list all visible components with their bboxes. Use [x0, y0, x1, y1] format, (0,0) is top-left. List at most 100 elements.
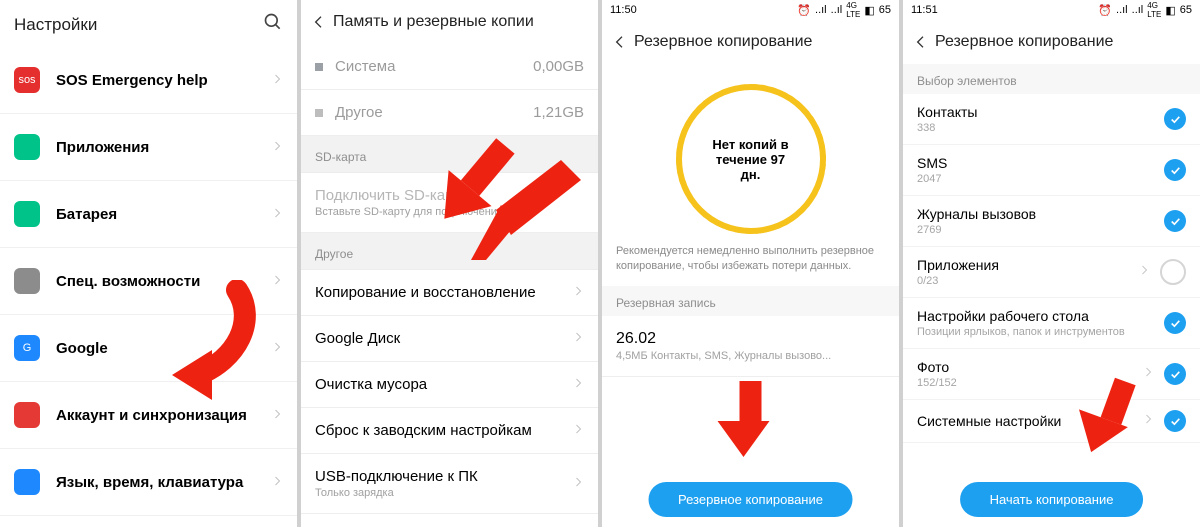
- storage-item[interactable]: Очистка мусора: [301, 362, 598, 408]
- settings-item[interactable]: Батарея: [0, 181, 297, 248]
- app-icon: sos: [14, 67, 40, 93]
- select-item[interactable]: Системные настройки: [903, 400, 1200, 443]
- settings-item[interactable]: Язык, время, клавиатура: [0, 449, 297, 516]
- checkbox-on-icon[interactable]: [1164, 312, 1186, 334]
- chevron-right-icon: [271, 206, 283, 223]
- back-icon[interactable]: [913, 34, 935, 50]
- start-backup-label: Начать копирование: [990, 492, 1114, 507]
- record-date: 26.02: [616, 330, 656, 348]
- select-item[interactable]: Приложения0/23: [903, 247, 1200, 298]
- backup-header: Резервное копирование: [602, 20, 899, 64]
- storage-item-label: Копирование и восстановление: [315, 284, 572, 301]
- select-item[interactable]: Журналы вызовов2769: [903, 196, 1200, 247]
- select-item-title: Системные настройки: [917, 413, 1142, 429]
- settings-item[interactable]: Приложения: [0, 114, 297, 181]
- settings-item[interactable]: sos SOS Emergency help: [0, 47, 297, 114]
- select-item-title: SMS: [917, 155, 1164, 171]
- settings-item-label: SOS Emergency help: [56, 72, 271, 89]
- circle-line1: Нет копий в: [712, 137, 788, 152]
- battery-icon: ◧: [864, 4, 874, 17]
- settings-item-label: Батарея: [56, 206, 271, 223]
- checkbox-on-icon[interactable]: [1164, 363, 1186, 385]
- panel-backup: 11:50 ⏰ ..ıl ..ıl 4GLTE ◧ 65 Резервное к…: [602, 0, 899, 527]
- settings-header: Настройки: [0, 0, 297, 47]
- checkbox-on-icon[interactable]: [1164, 108, 1186, 130]
- backup-button[interactable]: Резервное копирование: [648, 482, 853, 517]
- section-backup-record: Резервная запись: [602, 286, 899, 316]
- storage-value: 0,00GB: [533, 58, 584, 75]
- chevron-right-icon: [1138, 263, 1150, 281]
- chevron-right-icon: [271, 139, 283, 156]
- backup-record-row[interactable]: 26.02 4,5МБ Контакты, SMS, Журналы вызов…: [602, 316, 899, 377]
- select-header: Резервное копирование: [903, 20, 1200, 64]
- select-item-title: Журналы вызовов: [917, 206, 1164, 222]
- back-icon[interactable]: [311, 14, 333, 30]
- battery-level: 65: [879, 4, 891, 16]
- start-backup-button[interactable]: Начать копирование: [960, 482, 1144, 517]
- chevron-right-icon: [271, 474, 283, 491]
- storage-value: 1,21GB: [533, 104, 584, 121]
- app-icon: [14, 268, 40, 294]
- settings-item[interactable]: Спец. возможности: [0, 248, 297, 315]
- storage-item[interactable]: Копирование и восстановление: [301, 270, 598, 316]
- alarm-icon: ⏰: [1098, 4, 1112, 17]
- settings-item-label: Google: [56, 340, 271, 357]
- select-item-title: Настройки рабочего стола: [917, 308, 1164, 324]
- storage-usage-row: Другое1,21GB: [301, 90, 598, 136]
- select-item-sub: 152/152: [917, 377, 1142, 389]
- circle-line3: дн.: [741, 167, 761, 182]
- backup-hint: Рекомендуется немедленно выполнить резер…: [602, 244, 899, 286]
- select-item-title: Приложения: [917, 257, 1138, 273]
- checkbox-on-icon[interactable]: [1164, 210, 1186, 232]
- backup-title: Резервное копирование: [634, 33, 812, 51]
- chevron-right-icon: [572, 330, 584, 347]
- storage-title: Память и резервные копии: [333, 13, 534, 31]
- settings-item[interactable]: Память и резервные копии: [0, 516, 297, 527]
- circle-line2: течение 97: [716, 152, 785, 167]
- network-icon: 4GLTE: [1147, 1, 1161, 19]
- settings-item[interactable]: Аккаунт и синхронизация: [0, 382, 297, 449]
- checkbox-on-icon[interactable]: [1164, 159, 1186, 181]
- select-item-title: Фото: [917, 359, 1142, 375]
- sd-sub: Вставьте SD-карту для подключения: [315, 206, 503, 218]
- select-item[interactable]: SMS2047: [903, 145, 1200, 196]
- storage-item[interactable]: USB-подключение к ПКТолько зарядка: [301, 454, 598, 514]
- search-icon[interactable]: [263, 12, 283, 37]
- select-item[interactable]: Настройки рабочего стола Позиции ярлыков,…: [903, 298, 1200, 349]
- annotation-arrow-3: [732, 381, 769, 457]
- checkbox-off-icon[interactable]: [1160, 259, 1186, 285]
- storage-item[interactable]: Google Диск: [301, 316, 598, 362]
- select-item-sub: Позиции ярлыков, папок и инструментов: [917, 326, 1164, 338]
- app-icon: G: [14, 335, 40, 361]
- chevron-right-icon: [1142, 412, 1154, 430]
- storage-item-label: Google Диск: [315, 330, 572, 347]
- section-other: Другое: [301, 233, 598, 270]
- app-icon: [14, 469, 40, 495]
- backup-button-label: Резервное копирование: [678, 492, 823, 507]
- chevron-right-icon: [572, 475, 584, 492]
- status-right: ⏰ ..ıl ..ıl 4GLTE ◧ 65: [1098, 1, 1192, 19]
- checkbox-on-icon[interactable]: [1164, 410, 1186, 432]
- select-item[interactable]: Фото 152/152: [903, 349, 1200, 400]
- storage-item[interactable]: Сброс к заводским настройкам: [301, 408, 598, 454]
- settings-item[interactable]: G Google: [0, 315, 297, 382]
- storage-item-label: Очистка мусора: [315, 376, 572, 393]
- settings-item-label: Спец. возможности: [56, 273, 271, 290]
- network-icon: 4GLTE: [846, 1, 860, 19]
- panel-settings: Настройки sos SOS Emergency help Приложени…: [0, 0, 297, 527]
- select-item-sub: 338: [917, 122, 1164, 134]
- back-icon[interactable]: [612, 34, 634, 50]
- select-item[interactable]: Контакты338: [903, 94, 1200, 145]
- signal-icon: ..ıl: [1116, 4, 1128, 16]
- chevron-right-icon: [271, 273, 283, 290]
- battery-level: 65: [1180, 4, 1192, 16]
- sd-connect-row: Подключить SD-карту Вставьте SD-карту дл…: [301, 173, 598, 233]
- chevron-right-icon: [271, 72, 283, 89]
- panel-select: 11:51 ⏰ ..ıl ..ıl 4GLTE ◧ 65 Резервное к…: [903, 0, 1200, 527]
- settings-item-label: Язык, время, клавиатура: [56, 474, 271, 491]
- select-title: Резервное копирование: [935, 33, 1113, 51]
- section-sd: SD-карта: [301, 136, 598, 173]
- storage-label: Система: [335, 58, 395, 75]
- chevron-right-icon: [271, 407, 283, 424]
- alarm-icon: ⏰: [797, 4, 811, 17]
